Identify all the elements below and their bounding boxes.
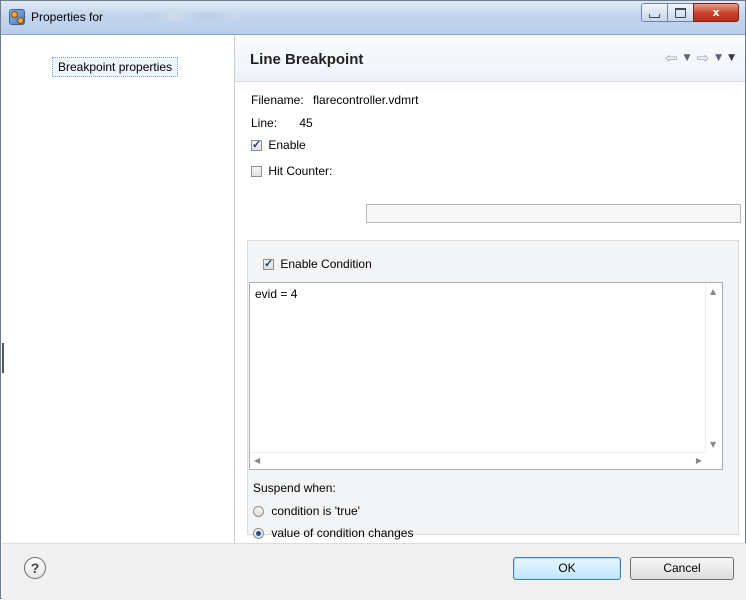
filename-row: Filename: flarecontroller.vdmrt (251, 93, 418, 107)
line-value: 45 (299, 116, 313, 130)
tree-item-label: Breakpoint properties (58, 60, 173, 74)
scroll-up-icon[interactable]: ▲ (710, 287, 716, 296)
minimize-button[interactable] (641, 3, 668, 22)
hit-counter-input[interactable] (366, 204, 741, 223)
radio-label: condition is 'true' (271, 504, 360, 518)
page-title: Line Breakpoint (250, 51, 364, 68)
window-title: Properties for (31, 10, 104, 24)
view-menu-icon[interactable]: ▼ (728, 53, 735, 63)
vertical-scrollbar[interactable]: ▲ ▼ (705, 283, 722, 453)
title-bar[interactable]: Properties for x (1, 1, 745, 35)
maximize-button[interactable] (667, 3, 694, 22)
cancel-button[interactable]: Cancel (630, 557, 734, 580)
tree-item-breakpoint-properties[interactable]: Breakpoint properties (52, 57, 179, 77)
hit-counter-label: Hit Counter: (268, 164, 333, 178)
radio-condition-true[interactable]: condition is 'true' (253, 504, 360, 518)
window-controls: x (641, 3, 739, 23)
forward-dropdown-icon[interactable]: ▼ (715, 53, 722, 63)
enable-checkbox-row[interactable]: Enable (251, 138, 306, 152)
back-dropdown-icon[interactable]: ▼ (684, 53, 691, 63)
scroll-left-icon[interactable]: ◀ (254, 456, 260, 465)
maximize-icon (675, 7, 686, 18)
condition-expression: evid = 4 (255, 287, 298, 301)
page-header: Line Breakpoint ⇦ ▼ ⇨ ▼ ▼ (235, 35, 745, 82)
radio-button[interactable] (253, 528, 264, 539)
radio-label: value of condition changes (271, 526, 414, 540)
forward-arrow-icon[interactable]: ⇨ (697, 51, 710, 66)
scroll-down-icon[interactable]: ▼ (710, 440, 716, 449)
enable-condition-checkbox[interactable] (263, 257, 274, 270)
line-label: Line: (251, 116, 278, 130)
property-page-tree: Breakpoint properties (2, 35, 235, 543)
line-row: Line: 45 (251, 116, 313, 130)
enable-label: Enable (268, 138, 306, 152)
properties-dialog: Properties for x Breakpoint properties L… (0, 0, 746, 600)
close-icon: x (712, 6, 720, 19)
button-bar: ? OK Cancel (2, 543, 746, 600)
enable-condition-label: Enable Condition (280, 257, 372, 271)
filename-value: flarecontroller.vdmrt (313, 93, 419, 107)
scroll-right-icon[interactable]: ▶ (696, 456, 702, 465)
title-blurred-text (143, 12, 238, 21)
sash-marker (2, 343, 4, 373)
page-navigation: ⇦ ▼ ⇨ ▼ ▼ (665, 51, 735, 66)
condition-textarea[interactable]: evid = 4 ▲ ▼ ◀ ▶ (249, 282, 723, 470)
minimize-icon (649, 13, 660, 18)
radio-condition-changes[interactable]: value of condition changes (253, 526, 413, 540)
enable-checkbox[interactable] (251, 138, 262, 151)
hit-counter-row[interactable]: Hit Counter: (251, 164, 332, 178)
suspend-when-label: Suspend when: (253, 481, 336, 495)
horizontal-scrollbar[interactable]: ◀ ▶ (250, 452, 706, 469)
back-arrow-icon[interactable]: ⇦ (665, 51, 678, 66)
hit-counter-checkbox[interactable] (251, 166, 262, 177)
ok-button[interactable]: OK (513, 557, 621, 580)
help-icon[interactable]: ? (24, 557, 46, 579)
radio-button[interactable] (253, 506, 264, 517)
filename-label: Filename: (251, 93, 304, 107)
property-page: Line Breakpoint ⇦ ▼ ⇨ ▼ ▼ Filename: flar… (235, 35, 745, 543)
enable-condition-row[interactable]: Enable Condition (263, 257, 372, 271)
close-button[interactable]: x (693, 3, 739, 22)
app-icon (9, 9, 25, 25)
